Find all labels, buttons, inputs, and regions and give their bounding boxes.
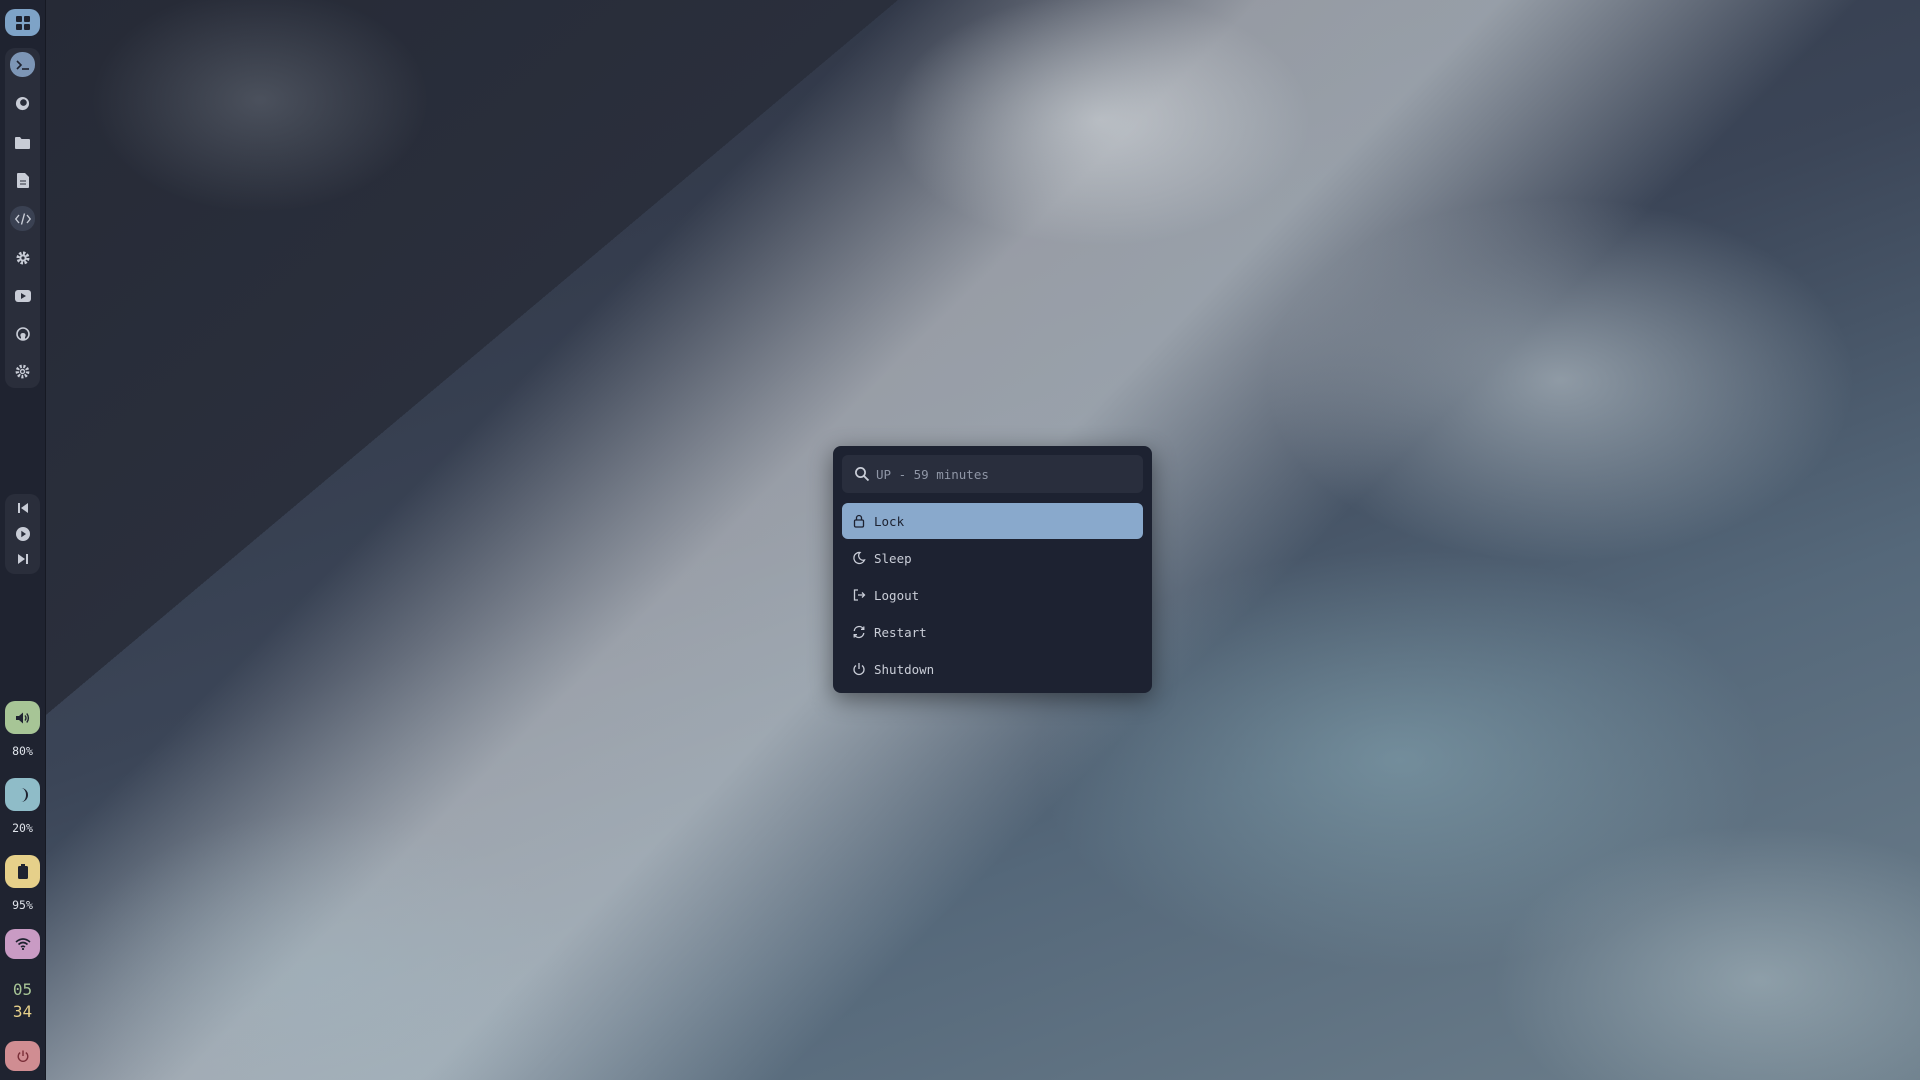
speaker-icon bbox=[15, 712, 29, 723]
power-menu-search[interactable]: UP - 59 minutes bbox=[842, 455, 1143, 493]
play-icon bbox=[15, 527, 30, 541]
dock-item-files[interactable] bbox=[10, 130, 35, 155]
search-icon bbox=[854, 466, 870, 482]
clock-hours: 05 bbox=[12, 980, 33, 999]
folder-icon bbox=[15, 137, 30, 149]
media-controls bbox=[5, 494, 40, 574]
grid-icon bbox=[15, 15, 30, 30]
youtube-icon bbox=[14, 289, 31, 302]
logout-icon bbox=[852, 588, 866, 602]
dock-item-github[interactable] bbox=[10, 321, 35, 346]
menu-item-shutdown[interactable]: Shutdown bbox=[842, 651, 1143, 687]
moon-icon bbox=[20, 787, 28, 802]
next-icon bbox=[17, 554, 28, 564]
launcher-button[interactable] bbox=[5, 9, 40, 36]
menu-item-label: Lock bbox=[874, 513, 905, 529]
document-icon bbox=[16, 173, 29, 188]
wifi-button[interactable] bbox=[5, 929, 40, 959]
menu-item-sleep[interactable]: Sleep bbox=[842, 540, 1143, 576]
menu-item-restart[interactable]: Restart bbox=[842, 614, 1143, 650]
clock-minutes: 34 bbox=[12, 1002, 33, 1021]
power-icon bbox=[17, 1050, 28, 1062]
menu-item-label: Shutdown bbox=[874, 661, 935, 677]
power-icon bbox=[852, 662, 866, 676]
brightness-button[interactable] bbox=[5, 778, 40, 811]
dock-item-firefox[interactable] bbox=[10, 91, 35, 116]
dock-item-settings[interactable] bbox=[10, 245, 35, 270]
power-menu: UP - 59 minutes Lock Sleep Logout Restar… bbox=[833, 446, 1152, 693]
previous-icon bbox=[17, 503, 28, 513]
dock-item-document[interactable] bbox=[10, 168, 35, 193]
battery-level: 95% bbox=[12, 898, 33, 912]
dock-item-youtube[interactable] bbox=[10, 283, 35, 308]
settings-cog-icon bbox=[15, 364, 30, 379]
battery-button[interactable] bbox=[5, 855, 40, 888]
clock: 05 34 bbox=[5, 975, 40, 1028]
menu-item-label: Restart bbox=[874, 624, 927, 640]
code-icon bbox=[14, 212, 31, 225]
dock-item-terminal[interactable] bbox=[10, 52, 35, 77]
gear-icon bbox=[16, 251, 29, 264]
menu-item-logout[interactable]: Logout bbox=[842, 577, 1143, 613]
dock-item-code[interactable] bbox=[10, 206, 35, 231]
dock-item-system-settings[interactable] bbox=[10, 359, 35, 384]
brightness-level: 20% bbox=[12, 821, 33, 835]
lock-icon bbox=[852, 514, 866, 528]
battery-icon bbox=[17, 864, 28, 879]
play-button[interactable] bbox=[5, 523, 40, 545]
github-icon bbox=[15, 326, 30, 341]
sidebar: 80% 20% 95% 05 34 bbox=[0, 0, 46, 1080]
volume-level: 80% bbox=[12, 744, 33, 758]
volume-button[interactable] bbox=[5, 701, 40, 734]
next-track-button[interactable] bbox=[5, 548, 40, 570]
search-placeholder: UP - 59 minutes bbox=[876, 466, 989, 482]
power-button[interactable] bbox=[5, 1041, 40, 1071]
firefox-icon bbox=[15, 96, 30, 111]
app-dock bbox=[5, 48, 40, 388]
previous-track-button[interactable] bbox=[5, 497, 40, 519]
terminal-icon bbox=[15, 59, 29, 70]
restart-icon bbox=[852, 625, 866, 639]
menu-item-lock[interactable]: Lock bbox=[842, 503, 1143, 539]
menu-item-label: Logout bbox=[874, 587, 920, 603]
wifi-icon bbox=[14, 938, 31, 950]
moon-icon bbox=[852, 551, 866, 565]
menu-item-label: Sleep bbox=[874, 550, 912, 566]
